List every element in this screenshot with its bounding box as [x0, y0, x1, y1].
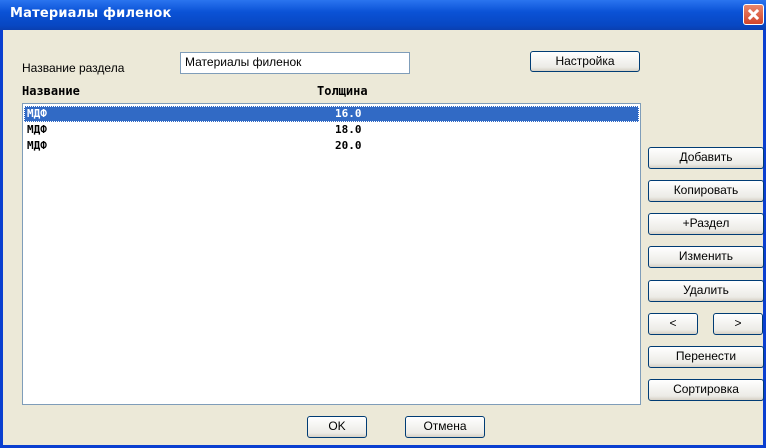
column-header-thickness[interactable]: Толщина	[317, 84, 368, 98]
table-row[interactable]: МДФ 18.0	[24, 122, 639, 138]
window-title: Материалы филенок	[10, 6, 172, 21]
column-header-name[interactable]: Название	[22, 84, 80, 98]
move-button[interactable]: Перенести	[648, 346, 764, 368]
edit-button[interactable]: Изменить	[648, 246, 764, 268]
table-row[interactable]: МДФ 20.0	[24, 138, 639, 154]
cell-thickness: 16.0	[335, 107, 362, 120]
dialog-window: Материалы филенок Название раздела Матер…	[0, 0, 766, 448]
cell-name: МДФ	[27, 139, 47, 152]
cell-name: МДФ	[27, 107, 47, 120]
cell-name: МДФ	[27, 123, 47, 136]
add-button[interactable]: Добавить	[648, 147, 764, 169]
delete-button[interactable]: Удалить	[648, 280, 764, 302]
cell-thickness: 18.0	[335, 123, 362, 136]
add-section-button[interactable]: +Раздел	[648, 213, 764, 235]
materials-list[interactable]: МДФ 16.0 МДФ 18.0 МДФ 20.0	[22, 103, 641, 405]
cancel-button[interactable]: Отмена	[405, 416, 485, 438]
section-name-label: Название раздела	[22, 61, 125, 75]
section-name-input[interactable]: Материалы филенок	[180, 52, 410, 74]
table-row[interactable]: МДФ 16.0	[24, 106, 639, 122]
settings-button[interactable]: Настройка	[530, 51, 640, 72]
move-right-button[interactable]: >	[713, 313, 763, 335]
copy-button[interactable]: Копировать	[648, 180, 764, 202]
sort-button[interactable]: Сортировка	[648, 379, 764, 401]
title-bar[interactable]: Материалы филенок	[0, 0, 766, 30]
close-icon[interactable]	[743, 4, 764, 25]
move-left-button[interactable]: <	[648, 313, 698, 335]
ok-button[interactable]: OK	[307, 416, 367, 438]
cell-thickness: 20.0	[335, 139, 362, 152]
